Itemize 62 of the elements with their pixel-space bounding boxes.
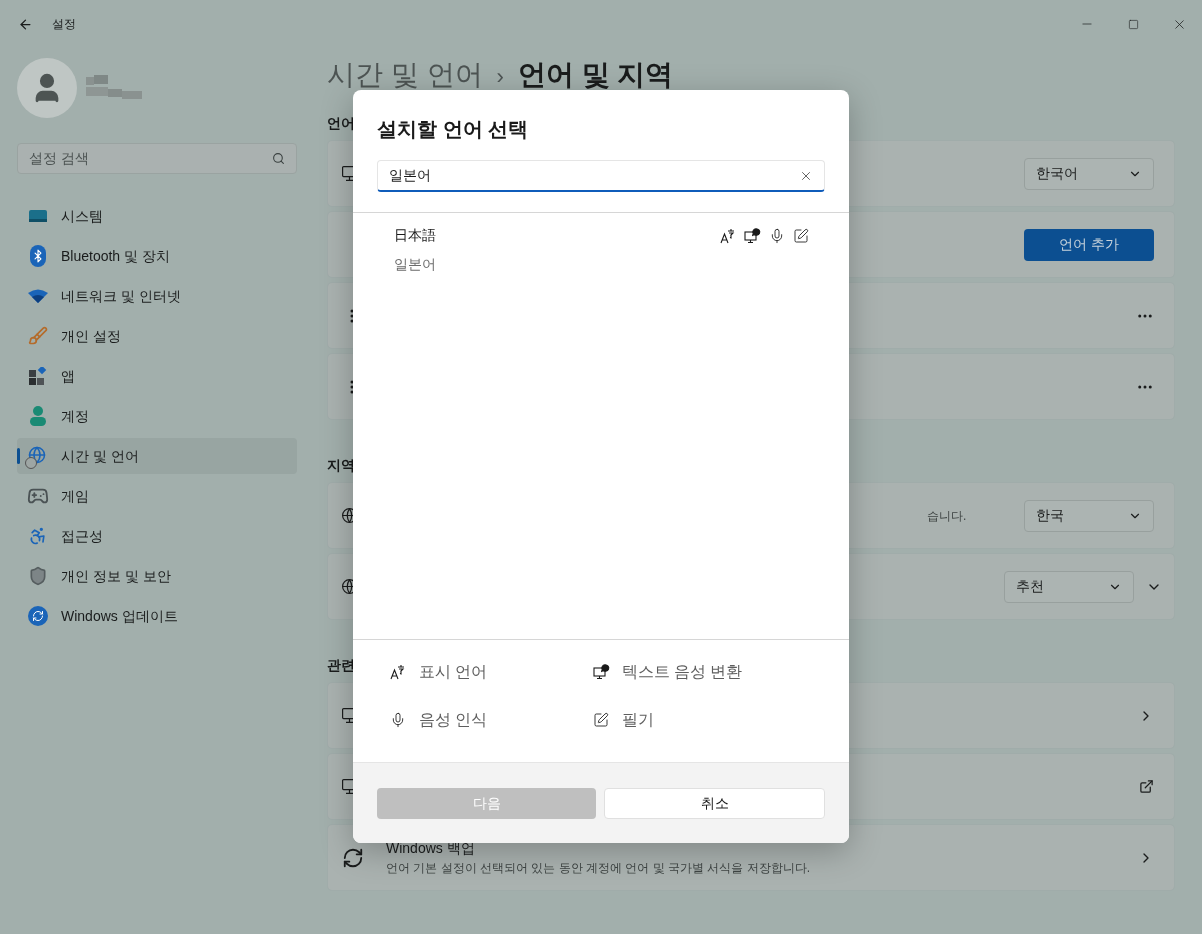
nav-item[interactable]: 앱: [17, 358, 297, 394]
card-description: 언어 기본 설정이 선택되어 있는 동안 계정에 언어 및 국가별 서식을 저장합니다.: [386, 860, 810, 877]
legend-label: 텍스트 음성 변환: [621, 662, 743, 682]
microphone-icon: [769, 228, 785, 244]
nav-item[interactable]: Bluetooth 및 장치: [17, 238, 297, 274]
back-icon[interactable]: [18, 16, 33, 32]
card-description: 습니다.: [927, 507, 967, 525]
section-heading: 관련: [327, 656, 355, 674]
external-link-icon[interactable]: [1139, 779, 1154, 794]
cancel-button[interactable]: 취소: [604, 787, 825, 819]
page-title: 언어 및 지역: [517, 58, 674, 92]
breadcrumb-separator: ›: [496, 63, 504, 91]
monitor-speech-icon: [744, 228, 761, 244]
legend-label: 필기: [621, 710, 654, 730]
accessibility-icon: [28, 526, 48, 546]
display-language-icon: [720, 228, 736, 244]
dropdown[interactable]: 추천: [1004, 570, 1134, 603]
language-name: 日本語: [394, 226, 437, 245]
monitor-icon: [28, 208, 48, 224]
nav-item[interactable]: 시스템: [17, 198, 297, 234]
monitor-speech-icon: [592, 664, 610, 680]
maximize-icon[interactable]: [1127, 18, 1139, 30]
sync-icon: [342, 846, 364, 869]
nav-item[interactable]: 개인 설정: [17, 318, 297, 354]
display-language-icon: [390, 664, 406, 680]
add-language-button[interactable]: 언어 추가: [1024, 228, 1154, 261]
nav-item[interactable]: 접근성: [17, 518, 297, 554]
redacted-name-drawing: [86, 75, 142, 101]
globe-clock-icon: [28, 446, 48, 466]
language-native-name: 일본어: [394, 255, 437, 274]
pen-square-icon: [793, 228, 809, 244]
dialog-title: 설치할 언어 선택: [377, 117, 530, 142]
selection-indicator: [17, 448, 20, 464]
search-field[interactable]: 일본어: [377, 160, 825, 192]
person-icon: [29, 406, 47, 426]
wifi-icon: [28, 289, 48, 303]
window-title: 설정: [52, 16, 76, 33]
brush-icon: [28, 326, 48, 346]
search-icon: [272, 152, 285, 165]
section-heading: 언어: [327, 114, 355, 132]
apps-icon: [29, 367, 47, 385]
pen-square-icon: [592, 712, 609, 728]
search-field[interactable]: 설정 검색: [17, 143, 297, 174]
update-icon: [28, 606, 48, 626]
nav-item[interactable]: 네트워크 및 인터넷: [17, 278, 297, 314]
drag-handle-icon[interactable]: [350, 379, 354, 394]
bluetooth-icon: [30, 245, 46, 267]
nav-item[interactable]: 게임: [17, 478, 297, 514]
nav-item[interactable]: 시간 및 언어: [17, 438, 297, 474]
microphone-icon: [390, 712, 406, 728]
language-result[interactable]: 日本語 일본어: [357, 217, 845, 285]
nav-item[interactable]: 계정: [17, 398, 297, 434]
dropdown[interactable]: 한국: [1024, 499, 1154, 532]
nav-item[interactable]: Windows 업데이트: [17, 598, 297, 634]
dropdown[interactable]: 한국어: [1024, 157, 1154, 190]
card-title: Windows 백업: [386, 839, 475, 858]
shield-icon: [28, 566, 48, 586]
section-heading: 지역: [327, 456, 355, 474]
nav-item[interactable]: 개인 정보 및 보안: [17, 558, 297, 594]
drag-handle-icon[interactable]: [350, 308, 354, 323]
legend-label: 음성 인식: [419, 710, 488, 730]
legend-label: 표시 언어: [419, 662, 488, 682]
